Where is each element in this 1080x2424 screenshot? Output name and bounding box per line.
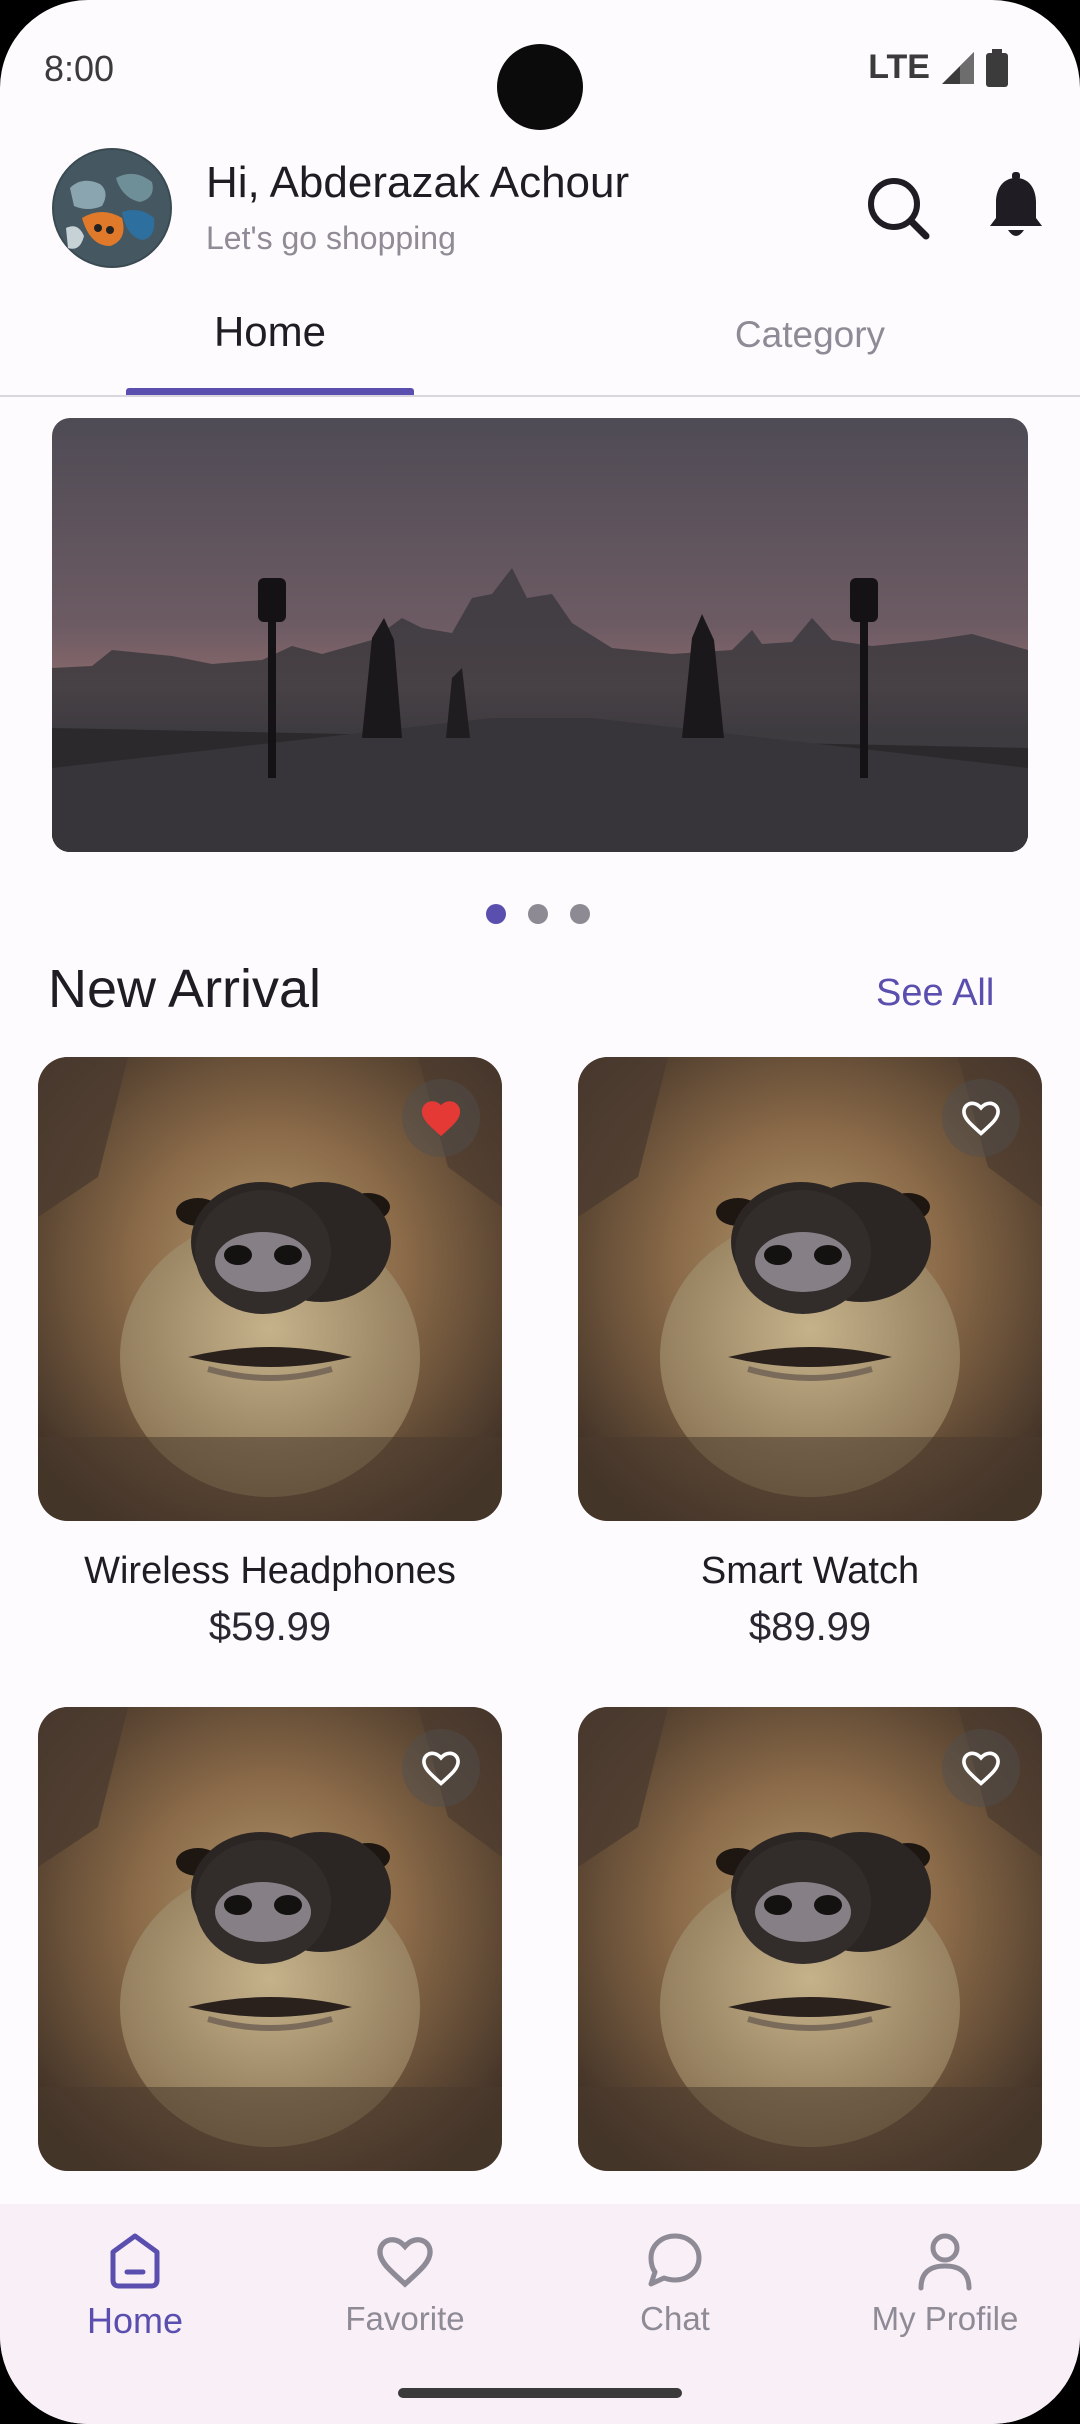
product-name: Wireless Headphones (84, 1550, 456, 1592)
product-image[interactable] (578, 1057, 1042, 1521)
tab-category[interactable]: Category (666, 286, 954, 396)
app-screen: 8:00 LTE Hi, Abderazak Achour Let's go s… (0, 0, 1080, 2424)
product-image[interactable] (38, 1057, 502, 1521)
section-title: New Arrival (48, 959, 322, 1019)
product-image[interactable] (38, 1707, 502, 2171)
greeting-text: Hi, Abderazak Achour (206, 158, 630, 207)
heart-filled-icon (421, 1101, 461, 1137)
favorite-button[interactable] (942, 1079, 1020, 1157)
greeting-subtitle: Let's go shopping (206, 220, 456, 256)
network-type: LTE (868, 48, 930, 86)
avatar[interactable] (52, 148, 172, 268)
product-image[interactable] (578, 1707, 1042, 2171)
see-all-link[interactable]: See All (876, 972, 994, 1015)
signal-icon (942, 51, 974, 84)
status-bar: 8:00 LTE (0, 0, 1080, 140)
carousel-indicator (486, 904, 590, 924)
nav-label-home: Home (86, 2300, 184, 2341)
nav-item-chat[interactable]: Chat (540, 2204, 810, 2404)
carousel-dot[interactable] (528, 904, 548, 924)
product-name: Smart Watch (700, 1550, 920, 1592)
home-icon (110, 2233, 160, 2289)
banner-image[interactable] (52, 418, 1028, 852)
status-indicators: LTE (868, 48, 1008, 87)
camera-cutout (497, 44, 583, 130)
status-time: 8:00 (44, 48, 115, 89)
carousel-dot[interactable] (486, 904, 506, 924)
chat-icon (648, 2233, 702, 2287)
tab-indicator (126, 388, 414, 395)
person-icon (918, 2233, 972, 2291)
heart-icon (377, 2237, 433, 2288)
bell-icon[interactable] (988, 172, 1044, 242)
tab-divider (0, 395, 1080, 397)
nav-item-home[interactable]: Home (0, 2204, 270, 2404)
nav-label-profile: My Profile (871, 2300, 1019, 2337)
search-icon[interactable] (864, 174, 932, 242)
nav-item-profile[interactable]: My Profile (810, 2204, 1080, 2404)
product-price: $59.99 (208, 1605, 332, 1649)
carousel-dot[interactable] (570, 904, 590, 924)
product-price: $89.99 (748, 1605, 872, 1649)
tab-category-label: Category (734, 314, 886, 355)
heart-outline-icon (962, 1101, 1000, 1136)
gesture-handle[interactable] (398, 2388, 682, 2398)
favorite-button[interactable] (402, 1079, 480, 1157)
tab-home-label: Home (213, 308, 327, 355)
nav-label-chat: Chat (640, 2300, 710, 2337)
heart-outline-icon (962, 1751, 1000, 1786)
heart-outline-icon (422, 1751, 460, 1786)
tab-home[interactable]: Home (126, 286, 414, 396)
nav-label-favorite: Favorite (345, 2300, 465, 2337)
favorite-button[interactable] (942, 1729, 1020, 1807)
nav-item-favorite[interactable]: Favorite (270, 2204, 540, 2404)
battery-icon (986, 48, 1008, 87)
favorite-button[interactable] (402, 1729, 480, 1807)
